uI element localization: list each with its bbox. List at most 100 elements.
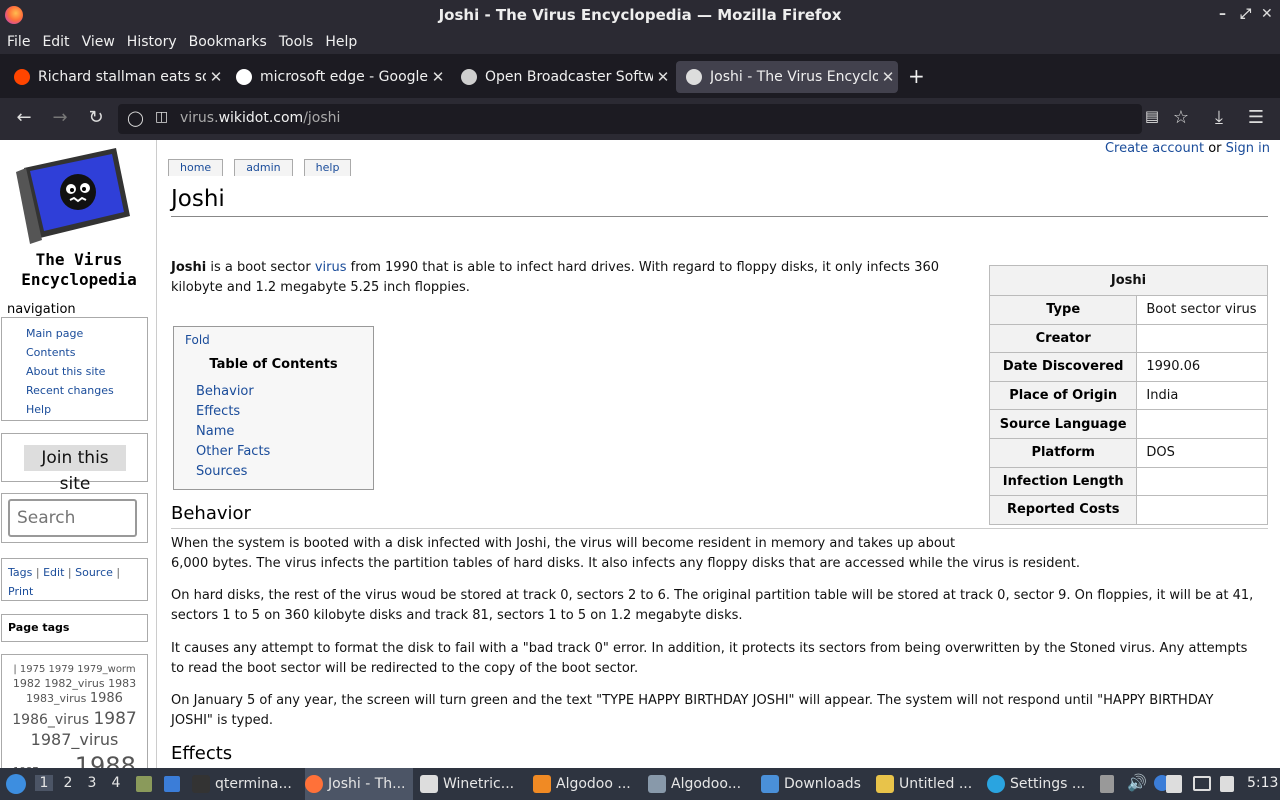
taskbar-app-firefox[interactable]: Joshi - Th... — [305, 768, 413, 800]
nav-link-main-page[interactable]: Main page — [26, 324, 147, 343]
new-tab-icon[interactable]: + — [908, 64, 925, 88]
create-account-link[interactable]: Create account — [1105, 141, 1204, 156]
keyboard-layout-icon[interactable] — [1220, 776, 1234, 792]
tag-link[interactable]: 1988 — [75, 752, 136, 768]
infobox-row: Date Discovered 1990.06 — [988, 352, 1268, 382]
nav-link-contents[interactable]: Contents — [26, 343, 147, 362]
back-icon[interactable]: ← — [12, 107, 36, 128]
workspace-1[interactable]: 1 — [35, 775, 53, 791]
monitor-virus-logo-icon[interactable] — [16, 146, 132, 246]
menu-tools[interactable]: Tools — [275, 34, 318, 50]
close-window-icon[interactable]: ✕ — [1261, 6, 1273, 22]
nav-link-about[interactable]: About this site — [26, 362, 147, 381]
taskbar-app-algodoo-2[interactable]: Algodoo... — [648, 768, 756, 800]
tag-link[interactable]: 1983_virus — [26, 692, 90, 705]
tag-link[interactable]: 1982_virus — [44, 677, 108, 690]
lock-icon[interactable]: ◫ — [155, 109, 168, 125]
reader-view-icon[interactable]: ▤ — [1140, 107, 1164, 125]
download-icon[interactable]: ⤓ — [1207, 107, 1231, 128]
infobox-value: Boot sector virus — [1136, 295, 1268, 325]
join-site-button[interactable]: Join this site — [24, 445, 126, 494]
tag-link[interactable]: 1986 — [90, 691, 123, 706]
clock[interactable]: 5:13 — [1247, 775, 1278, 791]
workspace-2[interactable]: 2 — [59, 775, 77, 791]
behavior-paragraph-3: It causes any attempt to format the disk… — [171, 641, 1248, 676]
tag-link[interactable]: | 1975 — [13, 664, 48, 675]
tag-link[interactable]: 1979 — [49, 664, 78, 675]
toc-item-behavior[interactable]: Behavior — [196, 382, 270, 402]
virus-link[interactable]: virus — [315, 260, 347, 275]
close-tab-icon[interactable]: ✕ — [428, 68, 448, 86]
tab-label: Joshi - The Virus Encyclop — [710, 69, 878, 85]
maximize-icon[interactable]: ⤢ — [1240, 6, 1251, 22]
taskbar-app-settings[interactable]: Settings ... — [987, 768, 1095, 800]
forward-icon[interactable]: → — [48, 107, 72, 128]
top-tabs: home admin help — [168, 159, 362, 176]
menu-edit[interactable]: Edit — [38, 34, 73, 50]
start-menu-icon[interactable] — [6, 774, 26, 794]
tray-clipboard-icon[interactable] — [1100, 775, 1114, 793]
edit-link[interactable]: Edit — [43, 566, 64, 579]
url-bar[interactable]: ◯ ◫ virus.wikidot.com/joshi — [118, 104, 1142, 134]
hamburger-menu-icon[interactable]: ☰ — [1244, 107, 1268, 128]
source-link[interactable]: Source — [75, 566, 113, 579]
nav-link-help[interactable]: Help — [26, 400, 147, 419]
workspace-4[interactable]: 4 — [107, 775, 125, 791]
sign-in-link[interactable]: Sign in — [1226, 141, 1270, 156]
join-box: Join this site — [1, 433, 148, 494]
display-icon[interactable] — [1193, 776, 1211, 791]
tray-files-icon[interactable] — [1166, 775, 1182, 793]
tab-reddit[interactable]: Richard stallman eats so ✕ — [4, 61, 226, 93]
toc-item-effects[interactable]: Effects — [196, 402, 270, 422]
print-link[interactable]: Print — [8, 585, 33, 598]
tab-obs[interactable]: Open Broadcaster Softwa ✕ — [451, 61, 673, 93]
taskbar-app-winetricks[interactable]: Winetric... — [420, 768, 528, 800]
taskbar-app-downloads[interactable]: Downloads — [761, 768, 869, 800]
close-tab-icon[interactable]: ✕ — [206, 68, 226, 86]
tag-link[interactable]: 1983 — [108, 677, 136, 690]
show-desktop-icon[interactable] — [164, 776, 180, 792]
tag-link[interactable]: 1982 — [13, 677, 45, 690]
file-manager-launcher-icon[interactable] — [136, 776, 152, 792]
tag-link[interactable]: 1987_virus — [31, 730, 119, 749]
google-icon — [236, 69, 252, 85]
minimize-icon[interactable]: – — [1219, 6, 1226, 22]
toc-item-name[interactable]: Name — [196, 422, 270, 442]
menu-history[interactable]: History — [123, 34, 181, 50]
taskbar-app-untitled[interactable]: Untitled ... — [876, 768, 984, 800]
toc-item-other-facts[interactable]: Other Facts — [196, 442, 270, 462]
menu-file[interactable]: File — [3, 34, 34, 50]
tags-link[interactable]: Tags — [8, 566, 32, 579]
tab-help[interactable]: help — [303, 159, 352, 176]
toc-item-sources[interactable]: Sources — [196, 462, 270, 482]
tab-joshi[interactable]: Joshi - The Virus Encyclop ✕ — [676, 61, 898, 93]
tab-google[interactable]: microsoft edge - Google ✕ — [226, 61, 448, 93]
tab-home[interactable]: home — [168, 159, 224, 176]
behavior-paragraph-2: On hard disks, the rest of the virus wou… — [171, 588, 1254, 623]
infobox-value — [1136, 409, 1268, 439]
url-text[interactable]: virus.wikidot.com/joshi — [180, 110, 340, 126]
toc-fold-link[interactable]: Fold — [185, 333, 210, 347]
nav-link-recent-changes[interactable]: Recent changes — [26, 381, 147, 400]
tab-admin[interactable]: admin — [234, 159, 293, 176]
search-input[interactable] — [8, 499, 137, 537]
tracking-shield-icon[interactable]: ◯ — [127, 109, 144, 127]
tag-link[interactable]: 1986_virus — [12, 712, 93, 728]
reload-icon[interactable]: ↻ — [84, 107, 108, 128]
menu-help[interactable]: Help — [321, 34, 361, 50]
workspace-3[interactable]: 3 — [83, 775, 101, 791]
window-titlebar: Joshi - The Virus Encyclopedia — Mozilla… — [0, 0, 1280, 30]
bookmark-star-icon[interactable]: ☆ — [1169, 107, 1193, 128]
taskbar-app-algodoo-1[interactable]: Algodoo ... — [533, 768, 641, 800]
menu-view[interactable]: View — [78, 34, 119, 50]
tag-link[interactable]: 1987 — [93, 709, 136, 729]
close-tab-icon[interactable]: ✕ — [653, 68, 673, 86]
page-tools: Tags | Edit | Source | Print — [1, 558, 148, 601]
tag-link[interactable]: 1979_worm — [77, 664, 135, 675]
taskbar-app-qterminal[interactable]: qtermina... — [192, 768, 300, 800]
site-title[interactable]: The Virus Encyclopedia — [4, 250, 154, 290]
volume-icon[interactable]: 🔊 — [1127, 773, 1147, 792]
menu-bar: File Edit View History Bookmarks Tools H… — [0, 30, 1280, 54]
close-tab-icon[interactable]: ✕ — [878, 68, 898, 86]
menu-bookmarks[interactable]: Bookmarks — [185, 34, 271, 50]
